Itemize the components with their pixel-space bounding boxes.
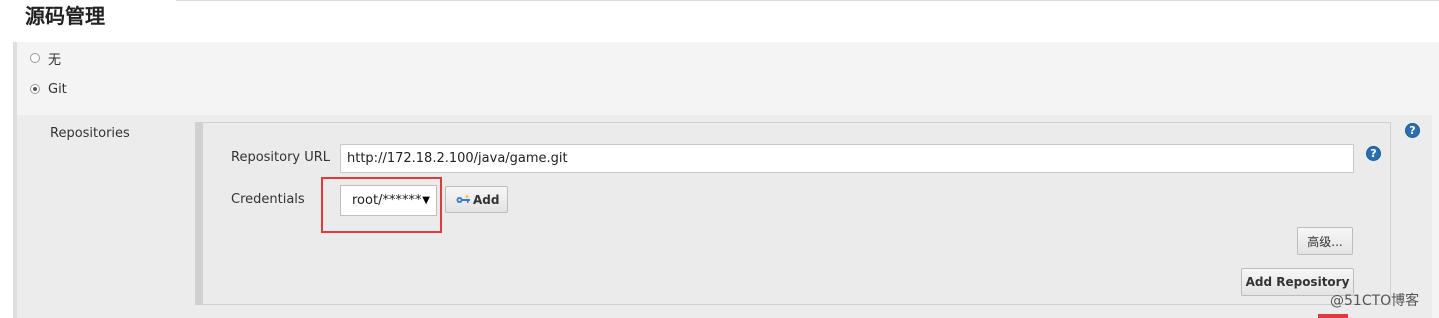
credentials-label: Credentials <box>231 192 305 207</box>
scm-option-git-label: Git <box>48 81 67 97</box>
add-credentials-button[interactable]: Add <box>445 186 508 213</box>
repository-left-rule <box>195 122 202 305</box>
radio-git[interactable] <box>30 84 40 94</box>
credentials-highlight <box>321 177 442 233</box>
scm-option-git[interactable]: Git <box>30 79 67 99</box>
header-divider <box>176 0 1439 1</box>
scm-option-none-label: 无 <box>48 52 62 68</box>
advanced-button[interactable]: 高级... <box>1297 227 1353 255</box>
help-icon[interactable]: ? <box>1405 123 1420 138</box>
watermark: @51CTO博客 <box>1330 293 1420 309</box>
section-title: 源码管理 <box>25 4 105 28</box>
add-button-label: Add <box>473 192 500 207</box>
repository-url-input[interactable] <box>340 144 1354 173</box>
repositories-label: Repositories <box>50 126 130 141</box>
help-icon[interactable]: ? <box>1366 146 1381 161</box>
radio-none[interactable] <box>30 53 40 63</box>
scm-option-none[interactable]: 无 <box>30 48 61 68</box>
corner-highlight-mark <box>1318 314 1348 318</box>
repository-url-label: Repository URL <box>231 150 331 165</box>
key-icon <box>456 194 470 203</box>
